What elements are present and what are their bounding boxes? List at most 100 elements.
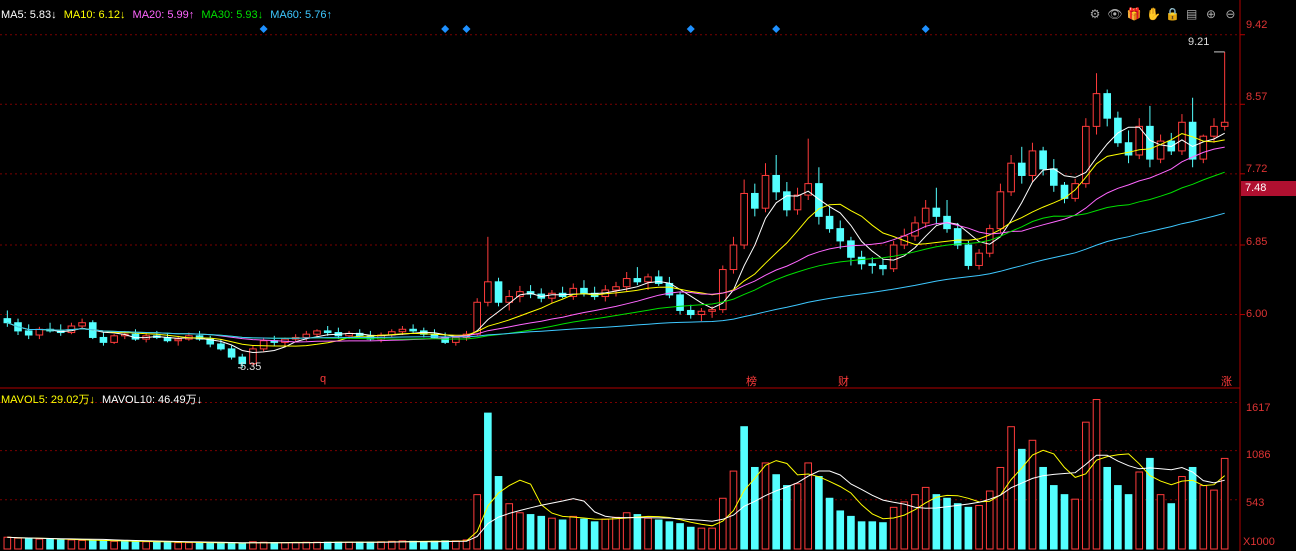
lock-icon[interactable]: 🔒 xyxy=(1165,7,1180,21)
ma30-label: MA30: 5.93↓ xyxy=(201,9,264,21)
hand-icon[interactable]: ✋ xyxy=(1146,7,1161,21)
marker-cai: 财 xyxy=(838,376,849,388)
marker-zhang: 涨 xyxy=(1221,376,1232,388)
candle-body xyxy=(1007,162,1015,193)
volume-bar xyxy=(932,494,941,550)
volume-bar xyxy=(1167,503,1176,550)
volume-bar xyxy=(323,541,332,550)
volume-bar xyxy=(120,540,129,550)
candle-body xyxy=(644,276,652,283)
volume-bar xyxy=(900,501,909,550)
candle-body xyxy=(761,174,770,209)
candle-body xyxy=(847,240,855,258)
candle-body xyxy=(612,286,620,291)
volume-bar xyxy=(366,541,375,550)
candle-body xyxy=(686,309,695,316)
volume-bar xyxy=(836,510,845,550)
candle-body xyxy=(783,191,791,211)
volume-bar xyxy=(377,541,385,550)
ma60-line xyxy=(7,212,1225,339)
candle-body xyxy=(398,328,407,333)
volume-bar xyxy=(868,521,877,550)
candle-body xyxy=(953,228,962,246)
volume-bar xyxy=(526,514,535,550)
candle-body xyxy=(654,276,663,284)
volume-bar xyxy=(879,522,887,550)
zoom-out-icon[interactable]: ⊖ xyxy=(1223,7,1237,21)
ma-legend: MA5: 5.83↓ MA10: 6.12↓ MA20: 5.99↑ MA30:… xyxy=(1,9,336,21)
volume-bar xyxy=(601,518,610,550)
vol-tick-2: 1086 xyxy=(1246,449,1271,461)
price-tick-1: 9.42 xyxy=(1246,19,1268,31)
volume-bar xyxy=(569,515,578,550)
vol-unit-label: X1000 xyxy=(1243,536,1275,548)
event-diamond xyxy=(921,25,930,33)
volume-bar xyxy=(1178,476,1186,550)
price-tick-3: 7.72 xyxy=(1246,163,1268,175)
volume-bar xyxy=(793,483,802,550)
zoom-in-icon[interactable]: ⊕ xyxy=(1204,7,1218,21)
current-price-tag: 7.48 xyxy=(1241,181,1296,196)
volume-bar xyxy=(24,538,33,550)
eye-icon[interactable]: 👁 xyxy=(1107,7,1122,21)
volume-bar xyxy=(964,506,973,550)
settings-icon[interactable]: ⚙ xyxy=(1088,7,1102,21)
event-diamond xyxy=(462,25,471,33)
volume-bar xyxy=(590,521,599,550)
volume-bar xyxy=(185,542,193,550)
volume-bar xyxy=(56,539,65,550)
vol-tick-3: 543 xyxy=(1246,497,1265,509)
volume-bar xyxy=(718,497,727,550)
ma20-label: MA20: 5.99↑ xyxy=(132,9,195,21)
volume-bar xyxy=(1060,494,1069,550)
candle-body xyxy=(911,222,919,237)
volume-bar xyxy=(911,494,919,550)
volume-bar xyxy=(1199,485,1208,550)
candle-body xyxy=(473,301,481,335)
volume-bar xyxy=(1071,498,1079,550)
candle-body xyxy=(825,215,834,230)
candle-body xyxy=(1114,117,1122,144)
candle-body xyxy=(751,192,759,209)
price-tick-4: 6.85 xyxy=(1246,236,1268,248)
candle-body xyxy=(323,330,332,334)
volume-bar xyxy=(697,527,706,550)
layers-icon[interactable]: ▤ xyxy=(1185,7,1199,21)
candle-body xyxy=(1092,93,1101,127)
volume-bar xyxy=(772,474,780,550)
volume-bar xyxy=(996,466,1005,550)
candle-body xyxy=(697,310,706,316)
volume-bar xyxy=(505,503,514,550)
volume-bar xyxy=(46,538,54,550)
volume-bar xyxy=(452,540,460,550)
volume-bar xyxy=(889,506,898,550)
volume-bar xyxy=(761,462,770,550)
volume-bar xyxy=(291,542,300,550)
volume-bar xyxy=(195,542,204,550)
ma10-label: MA10: 6.12↓ xyxy=(63,9,126,21)
volume-bar xyxy=(409,540,417,550)
volume-bar xyxy=(1039,466,1047,550)
candle-body xyxy=(313,330,321,335)
volume-bar xyxy=(88,540,97,550)
volume-bar xyxy=(708,527,716,550)
candle-body xyxy=(1017,162,1026,176)
volume-bar xyxy=(1017,448,1026,550)
mavol10-label: MAVOL10: 46.49万↓ xyxy=(102,394,203,406)
volume-bar xyxy=(1135,471,1144,550)
candle-body xyxy=(633,278,642,283)
gift-icon[interactable]: 🎁 xyxy=(1127,7,1142,21)
volume-bar xyxy=(345,541,353,550)
candle-body xyxy=(174,338,183,342)
volume-bar xyxy=(751,466,759,550)
volume-bar xyxy=(227,542,236,550)
candle-body xyxy=(24,330,33,336)
vol-tick-1: 1617 xyxy=(1246,402,1271,414)
volume-bar xyxy=(430,540,439,550)
candle-body xyxy=(772,174,780,193)
volume-bar xyxy=(494,476,503,550)
mavol5-label: MAVOL5: 29.02万↓ xyxy=(1,394,95,406)
volume-bar xyxy=(1092,399,1101,550)
volume-bar xyxy=(1028,439,1037,550)
candle-body xyxy=(740,192,748,246)
